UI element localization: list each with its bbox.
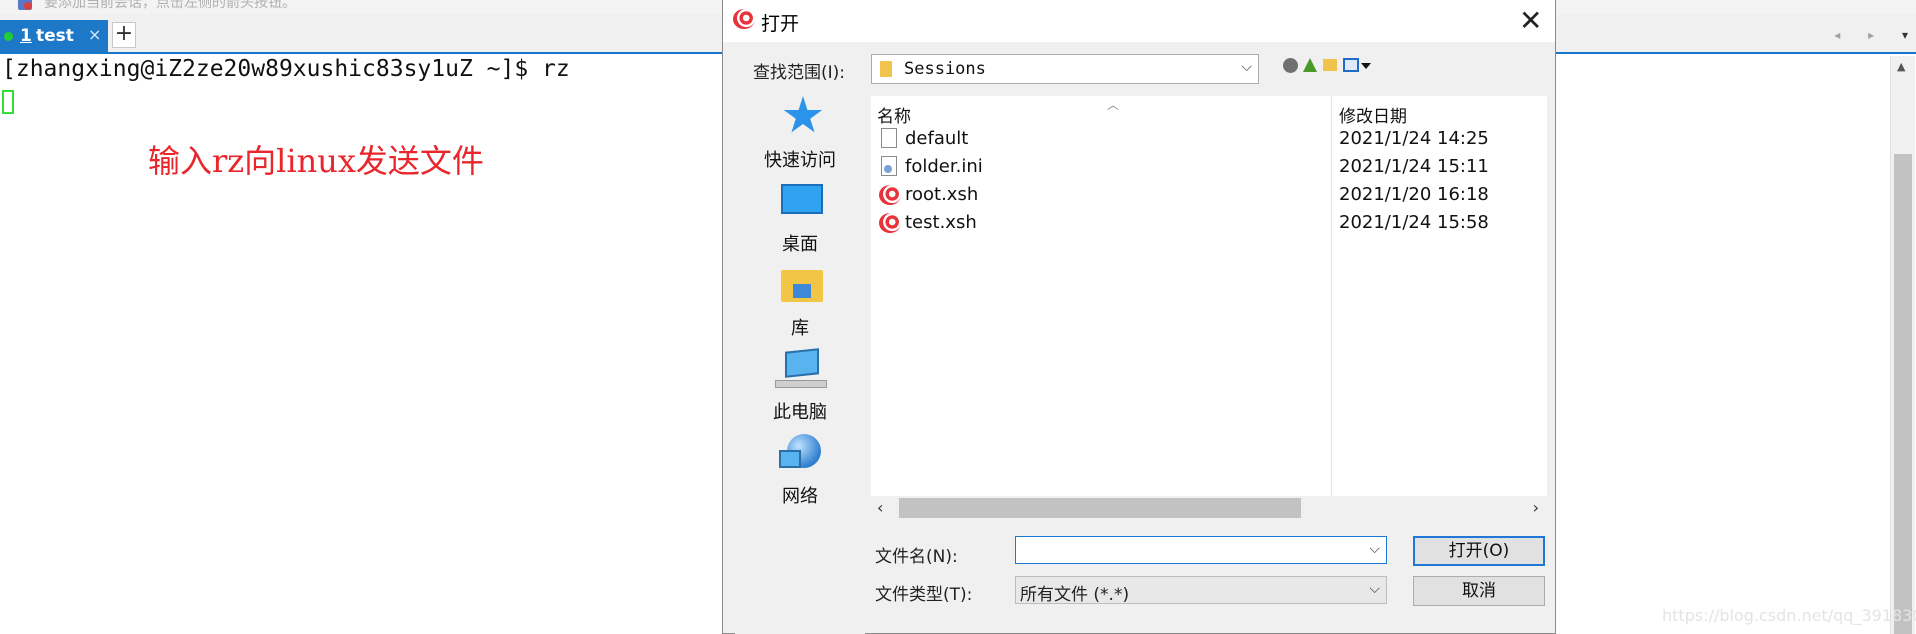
- close-icon[interactable]: ✕: [1519, 4, 1542, 37]
- ini-file-icon: [881, 156, 897, 176]
- place-label: 快速访问: [764, 150, 836, 171]
- up-folder-icon[interactable]: [1303, 58, 1317, 72]
- sort-ascending-icon: ︿: [1107, 98, 1120, 112]
- dialog-toolbar: [1283, 56, 1371, 78]
- star-icon: [783, 96, 823, 133]
- terminal-scrollbar[interactable]: ▲: [1890, 56, 1915, 634]
- connected-status-icon: [4, 32, 13, 41]
- place-desktop[interactable]: 桌面: [735, 180, 865, 260]
- computer-base-icon: [775, 380, 827, 388]
- tab-nav-arrows-icon[interactable]: ◂ ▸: [1834, 28, 1886, 42]
- look-in-value: Sessions: [904, 59, 986, 79]
- computer-icon: [785, 348, 819, 378]
- scroll-right-icon[interactable]: ›: [1533, 498, 1539, 517]
- scroll-left-icon[interactable]: ‹: [877, 498, 883, 517]
- open-file-dialog: 打开 ✕ 查找范围(I): Sessions ⌵ 快速访问 桌面 库 此电脑 网…: [722, 0, 1556, 634]
- scroll-up-icon[interactable]: ▲: [1897, 60, 1905, 73]
- filetype-label: 文件类型(T):: [875, 585, 973, 605]
- xshell-session-icon: [879, 185, 901, 205]
- terminal-prompt-line: [zhangxing@iZ2ze20w89xushic83sy1uZ ~]$ r…: [2, 56, 570, 82]
- network-monitor-icon: [779, 450, 801, 468]
- library-icon: [781, 270, 823, 302]
- view-menu-icon[interactable]: [1343, 58, 1359, 72]
- dialog-title: 打开: [761, 13, 800, 35]
- file-list[interactable]: ︿ 名称 修改日期 default 2021/1/24 14:25 folder…: [871, 96, 1547, 496]
- file-name: root.xsh: [905, 184, 979, 205]
- terminal-cursor: [2, 90, 14, 114]
- column-header-date[interactable]: 修改日期: [1339, 102, 1407, 127]
- places-bar: 快速访问 桌面 库 此电脑 网络: [735, 96, 865, 634]
- column-header-name[interactable]: 名称: [877, 102, 911, 127]
- xshell-app-icon: [733, 9, 755, 29]
- file-row[interactable]: default 2021/1/24 14:25: [871, 126, 1547, 152]
- view-dropdown-icon[interactable]: [1361, 63, 1371, 69]
- tab-test[interactable]: 1 test ×: [0, 20, 108, 52]
- filename-label: 文件名(N):: [875, 547, 958, 567]
- open-button[interactable]: 打开(O): [1413, 536, 1545, 566]
- place-label: 库: [791, 318, 809, 339]
- place-label: 网络: [782, 486, 818, 507]
- filetype-select[interactable]: 所有文件 (*.*) ⌵: [1015, 576, 1387, 605]
- look-in-select[interactable]: Sessions ⌵: [871, 54, 1259, 84]
- place-label: 桌面: [782, 234, 818, 255]
- pin-icon[interactable]: [18, 0, 32, 10]
- file-row[interactable]: root.xsh 2021/1/20 16:18: [871, 182, 1547, 208]
- desktop-icon: [781, 184, 823, 214]
- hint-text: 要添加当前会话，点击左侧的箭头按钮。: [44, 0, 296, 11]
- tab-list-dropdown-icon[interactable]: ▾: [1902, 28, 1908, 42]
- file-row[interactable]: folder.ini 2021/1/24 15:11: [871, 154, 1547, 180]
- chevron-down-icon[interactable]: ⌵: [1241, 59, 1252, 75]
- file-list-hscrollbar[interactable]: ‹ ›: [871, 496, 1547, 520]
- xshell-session-icon: [879, 213, 901, 233]
- filename-combobox[interactable]: ⌵: [1015, 536, 1387, 564]
- look-in-label: 查找范围(I):: [753, 63, 846, 83]
- place-library[interactable]: 库: [735, 264, 865, 344]
- place-network[interactable]: 网络: [735, 432, 865, 512]
- file-name: default: [905, 128, 969, 149]
- file-date: 2021/1/24 15:58: [1339, 212, 1489, 233]
- place-quick-access[interactable]: 快速访问: [735, 96, 865, 176]
- chevron-down-icon[interactable]: ⌵: [1369, 581, 1380, 597]
- back-icon[interactable]: [1283, 58, 1298, 73]
- chevron-down-icon[interactable]: ⌵: [1369, 541, 1380, 557]
- dialog-titlebar: 打开 ✕: [723, 0, 1555, 42]
- file-date: 2021/1/24 15:11: [1339, 156, 1489, 177]
- hscrollbar-thumb[interactable]: [899, 498, 1301, 518]
- file-name: test.xsh: [905, 212, 977, 233]
- watermark: https://blog.csdn.net/qq_39183034: [1662, 606, 1916, 625]
- scrollbar-thumb[interactable]: [1894, 154, 1912, 634]
- new-tab-button[interactable]: +: [112, 22, 136, 48]
- folder-icon: [880, 61, 892, 77]
- file-date: 2021/1/24 14:25: [1339, 128, 1489, 149]
- place-this-pc[interactable]: 此电脑: [735, 348, 865, 428]
- tab-nav-arrows[interactable]: ◂ ▸ ▾: [1834, 28, 1908, 42]
- cancel-button[interactable]: 取消: [1413, 576, 1545, 606]
- filetype-value: 所有文件 (*.*): [1020, 585, 1130, 605]
- file-row[interactable]: test.xsh 2021/1/24 15:58: [871, 210, 1547, 236]
- tab-close-icon[interactable]: ×: [88, 25, 101, 44]
- annotation-text: 输入rz向linux发送文件: [148, 142, 484, 180]
- place-label: 此电脑: [773, 402, 827, 423]
- tab-label: test: [36, 26, 74, 46]
- file-icon: [881, 128, 897, 148]
- tab-number: 1: [20, 26, 32, 46]
- file-name: folder.ini: [905, 156, 983, 177]
- new-folder-icon[interactable]: [1323, 59, 1337, 71]
- file-date: 2021/1/20 16:18: [1339, 184, 1489, 205]
